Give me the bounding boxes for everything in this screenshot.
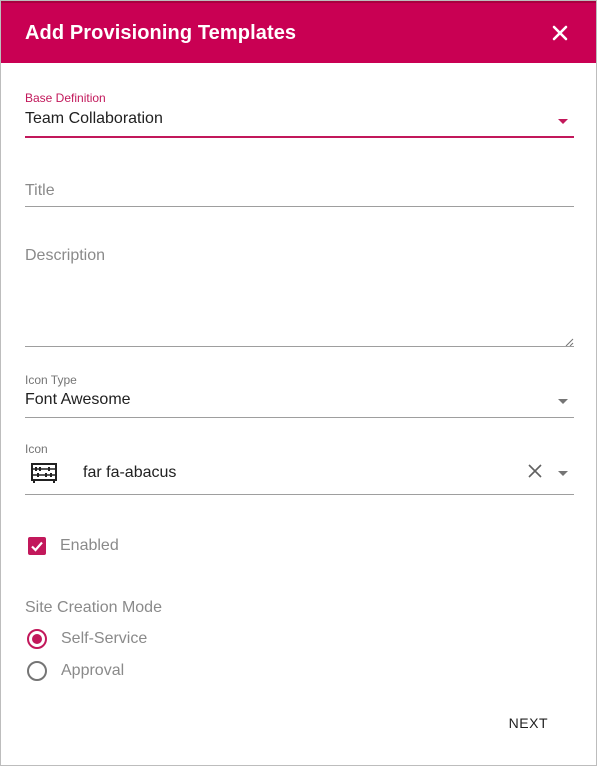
icon-type-underline	[25, 417, 574, 418]
add-provisioning-templates-dialog: Add Provisioning Templates Base Definiti…	[0, 0, 597, 766]
radio-self-service[interactable]: Self-Service	[25, 623, 574, 655]
radio-self-service-label: Self-Service	[61, 630, 148, 647]
enabled-checkbox[interactable]	[28, 537, 46, 555]
abacus-icon	[31, 462, 59, 484]
dialog-footer: NEXT	[501, 709, 556, 737]
dropdown-arrow-icon[interactable]	[558, 119, 568, 124]
description-underline	[25, 346, 574, 347]
base-definition-label: Base Definition	[25, 91, 106, 105]
icon-select[interactable]: Icon far fa-abacus	[25, 442, 574, 495]
dropdown-arrow-icon[interactable]	[558, 471, 568, 476]
icon-underline	[25, 494, 574, 495]
radio-button-checked[interactable]	[27, 629, 47, 649]
base-definition-underline	[25, 136, 574, 138]
site-creation-mode-label: Site Creation Mode	[25, 599, 162, 616]
enabled-checkbox-row[interactable]: Enabled	[25, 535, 574, 557]
description-textarea[interactable]: Description	[25, 247, 574, 347]
icon-value: far fa-abacus	[83, 464, 177, 481]
close-icon[interactable]	[548, 21, 572, 45]
title-field[interactable]: Title	[25, 176, 574, 207]
site-creation-mode-group: Site Creation Mode Self-Service Approval	[25, 599, 574, 687]
dialog-content: Base Definition Team Collaboration Title…	[1, 91, 596, 687]
enabled-label: Enabled	[60, 537, 119, 554]
title-underline	[25, 206, 574, 207]
base-definition-select[interactable]: Base Definition Team Collaboration	[25, 91, 574, 138]
radio-button-unchecked[interactable]	[27, 661, 47, 681]
radio-approval[interactable]: Approval	[25, 655, 574, 687]
radio-approval-label: Approval	[61, 662, 125, 679]
resize-handle-icon[interactable]	[564, 334, 574, 347]
icon-label: Icon	[25, 442, 48, 456]
dropdown-arrow-icon[interactable]	[558, 399, 568, 404]
base-definition-value: Team Collaboration	[25, 110, 163, 127]
title-placeholder: Title	[25, 182, 55, 199]
dialog-header: Add Provisioning Templates	[1, 1, 596, 63]
next-button[interactable]: NEXT	[501, 709, 556, 737]
clear-icon[interactable]	[526, 462, 544, 480]
icon-type-label: Icon Type	[25, 373, 77, 387]
icon-type-value: Font Awesome	[25, 391, 131, 408]
dialog-title: Add Provisioning Templates	[25, 21, 297, 44]
description-placeholder: Description	[25, 247, 106, 264]
icon-type-select[interactable]: Icon Type Font Awesome	[25, 373, 574, 418]
